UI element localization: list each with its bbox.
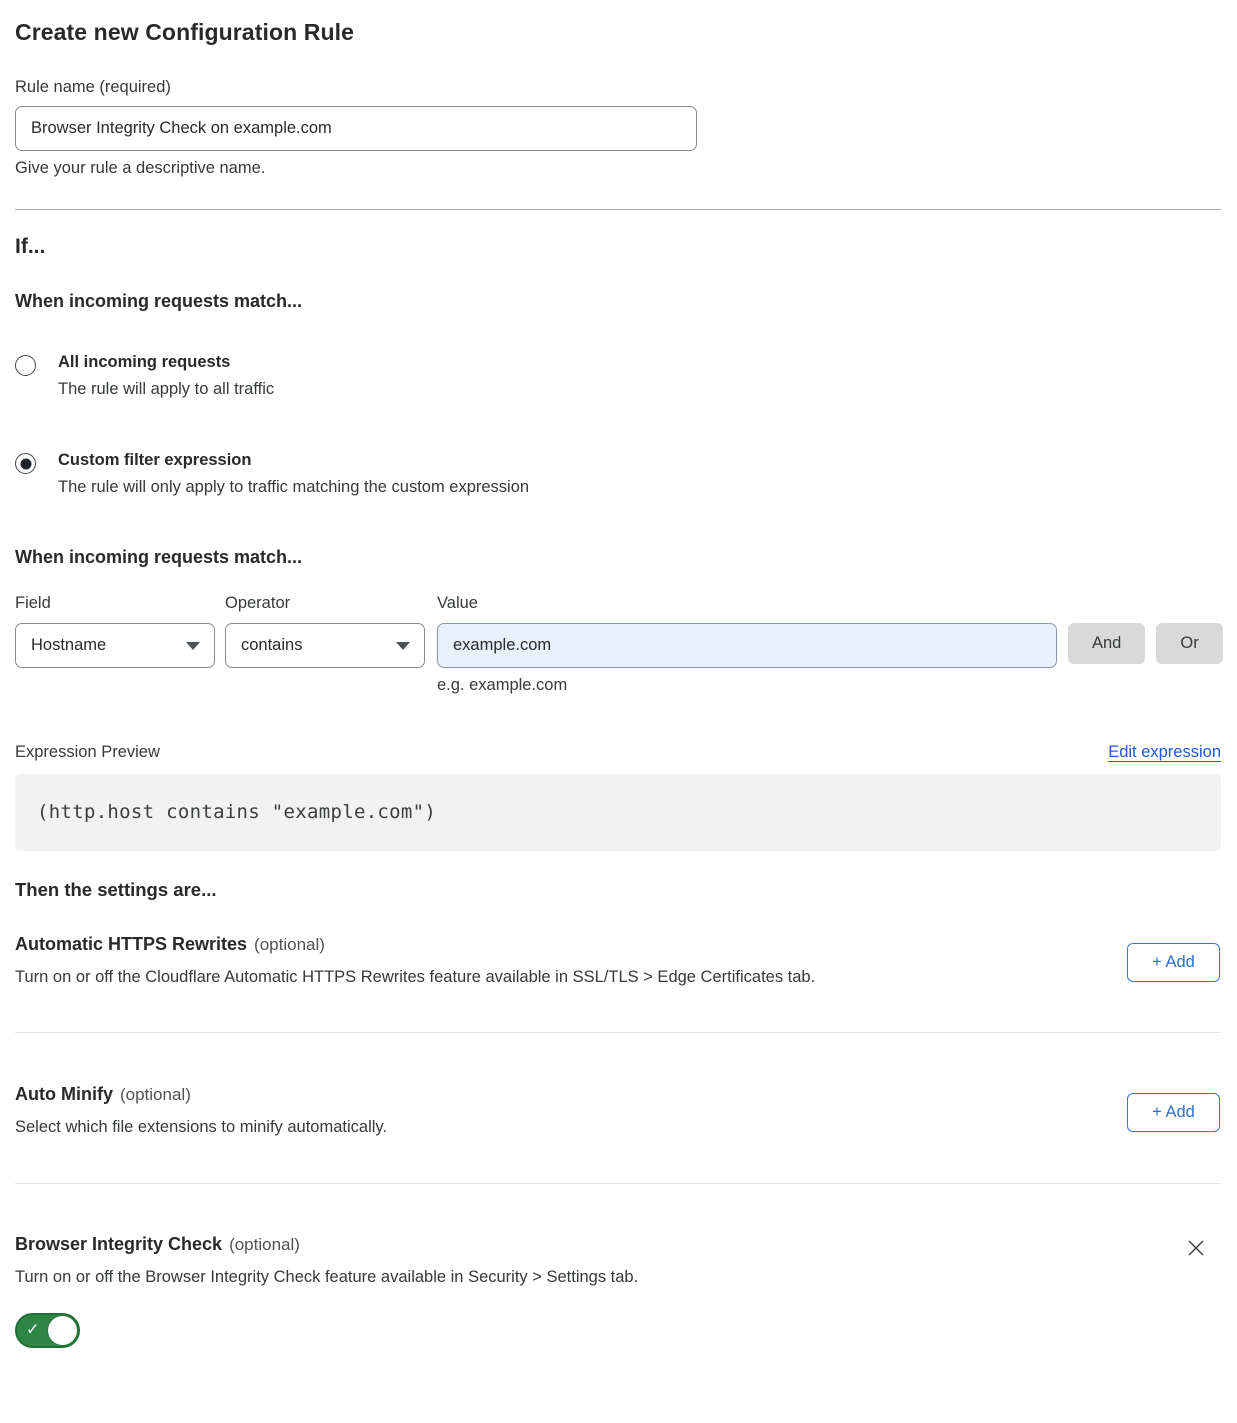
rule-name-input[interactable] bbox=[15, 106, 697, 151]
expression-builder-heading: When incoming requests match... bbox=[15, 547, 1221, 568]
radio-option-label: All incoming requests bbox=[58, 353, 274, 372]
radio-button[interactable] bbox=[15, 355, 36, 376]
chevron-down-icon bbox=[186, 642, 200, 650]
browser-integrity-check-toggle-on[interactable]: ✓ bbox=[15, 1313, 80, 1348]
setting-browser-integrity-check: Browser Integrity Check (optional) Turn … bbox=[15, 1234, 1221, 1353]
setting-title: Browser Integrity Check bbox=[15, 1234, 222, 1255]
operator-label: Operator bbox=[225, 594, 437, 613]
expression-builder-row: Field Hostname Operator contains Value bbox=[15, 594, 1221, 668]
add-automatic-https-rewrites-button[interactable]: + Add bbox=[1127, 943, 1220, 982]
radio-option-label: Custom filter expression bbox=[58, 451, 529, 470]
radio-option-description: The rule will only apply to traffic matc… bbox=[58, 478, 529, 497]
setting-automatic-https-rewrites: Automatic HTTPS Rewrites (optional) Turn… bbox=[15, 934, 1221, 987]
if-heading: If... bbox=[15, 235, 1221, 259]
radio-button-selected[interactable] bbox=[15, 453, 36, 474]
chevron-down-icon bbox=[396, 642, 410, 650]
section-divider bbox=[15, 209, 1221, 210]
close-icon[interactable] bbox=[1184, 1236, 1208, 1260]
field-select-value: Hostname bbox=[31, 636, 106, 655]
rule-name-help: Give your rule a descriptive name. bbox=[15, 159, 1221, 178]
or-button[interactable]: Or bbox=[1156, 623, 1222, 664]
edit-expression-link[interactable]: Edit expression bbox=[1108, 743, 1221, 762]
create-configuration-rule-page: Create new Configuration Rule Rule name … bbox=[0, 0, 1237, 1423]
rule-name-label: Rule name (required) bbox=[15, 78, 1221, 97]
and-button[interactable]: And bbox=[1068, 623, 1145, 664]
setting-description: Turn on or off the Browser Integrity Che… bbox=[15, 1268, 1221, 1287]
radio-option-all-incoming-requests[interactable]: All incoming requests The rule will appl… bbox=[15, 353, 1221, 399]
match-heading: When incoming requests match... bbox=[15, 291, 1221, 312]
expression-preview-label: Expression Preview bbox=[15, 743, 160, 762]
then-settings-heading: Then the settings are... bbox=[15, 879, 1221, 901]
setting-title: Automatic HTTPS Rewrites bbox=[15, 934, 247, 955]
field-select[interactable]: Hostname bbox=[15, 623, 215, 668]
setting-optional-tag: (optional) bbox=[120, 1085, 191, 1105]
expression-code: (http.host contains "example.com") bbox=[37, 801, 436, 823]
setting-optional-tag: (optional) bbox=[254, 935, 325, 955]
value-label: Value bbox=[437, 594, 1057, 613]
setting-title: Auto Minify bbox=[15, 1084, 113, 1105]
setting-divider bbox=[15, 1183, 1221, 1184]
checkmark-icon: ✓ bbox=[26, 1322, 39, 1338]
setting-divider bbox=[15, 1032, 1221, 1033]
toggle-knob bbox=[48, 1316, 77, 1345]
add-auto-minify-button[interactable]: + Add bbox=[1127, 1093, 1220, 1132]
setting-description: Select which file extensions to minify a… bbox=[15, 1118, 1221, 1137]
field-label: Field bbox=[15, 594, 225, 613]
operator-select-value: contains bbox=[241, 636, 302, 655]
radio-option-description: The rule will apply to all traffic bbox=[58, 380, 274, 399]
page-title: Create new Configuration Rule bbox=[15, 19, 1221, 46]
setting-optional-tag: (optional) bbox=[229, 1235, 300, 1255]
operator-select[interactable]: contains bbox=[225, 623, 425, 668]
value-hint: e.g. example.com bbox=[437, 676, 1221, 695]
setting-description: Turn on or off the Cloudflare Automatic … bbox=[15, 968, 1221, 987]
expression-preview-block: (http.host contains "example.com") bbox=[15, 774, 1221, 851]
setting-auto-minify: Auto Minify (optional) Select which file… bbox=[15, 1084, 1221, 1137]
value-input[interactable] bbox=[437, 623, 1057, 668]
radio-option-custom-filter-expression[interactable]: Custom filter expression The rule will o… bbox=[15, 451, 1221, 497]
